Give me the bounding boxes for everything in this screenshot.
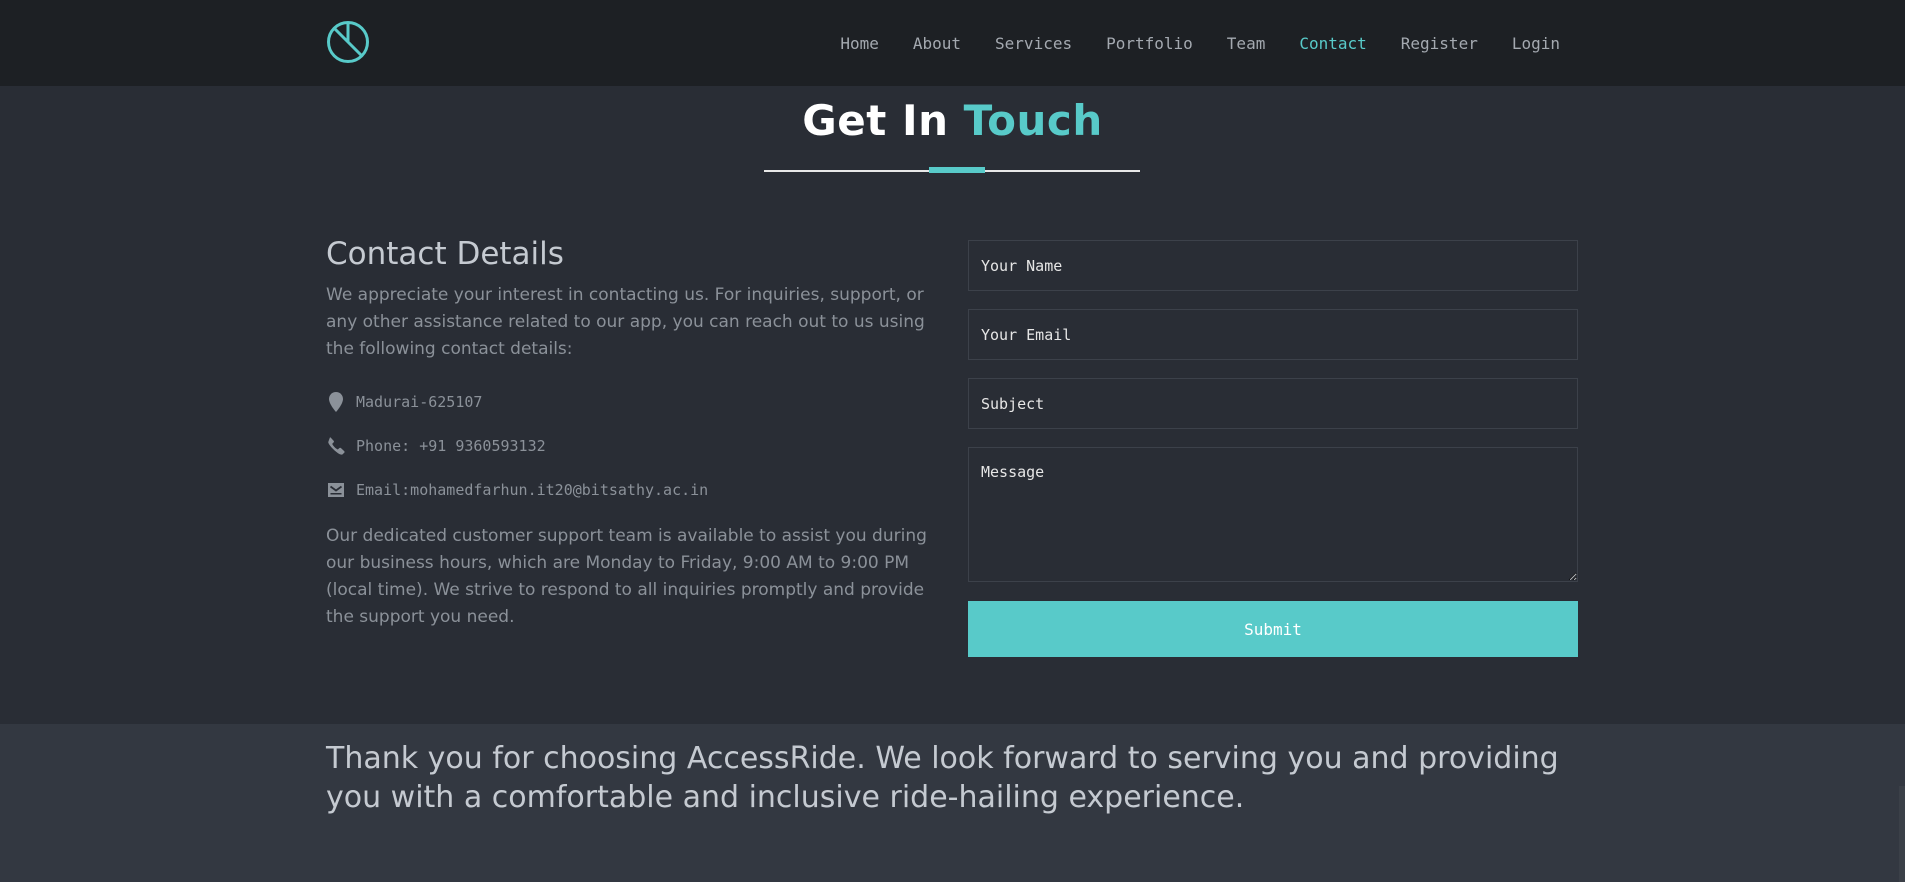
message-textarea[interactable] [968,447,1578,582]
heading-accent-bar [929,167,985,173]
section-heading: Get In Touch [0,96,1905,145]
contact-intro: We appreciate your interest in contactin… [326,285,925,359]
contact-phone: Phone: +91 9360593132 [326,435,946,457]
support-hours-text: Our dedicated customer support team is a… [326,526,927,627]
contact-details: Contact Details We appreciate your inter… [326,236,946,631]
navbar: Home About Services Portfolio Team Conta… [0,0,1905,86]
nav-team[interactable]: Team [1227,34,1266,53]
phone-icon [326,436,346,456]
nav-about[interactable]: About [913,34,961,53]
contact-form: Submit [968,240,1578,657]
nav-contact[interactable]: Contact [1299,34,1366,53]
email-text[interactable]: Email:mohamedfarhun.it20@bitsathy.ac.in [356,481,708,499]
mail-icon [326,480,346,500]
nav-services[interactable]: Services [995,34,1072,53]
submit-button[interactable]: Submit [968,601,1578,657]
nav-login[interactable]: Login [1512,34,1560,53]
address-text: Madurai-625107 [356,393,483,411]
page-title: Get In Touch [0,96,1905,145]
email-input[interactable] [968,309,1578,360]
nav-register[interactable]: Register [1401,34,1478,53]
contact-list: Madurai-625107 Phone: +91 9360593132 Ema… [326,391,946,501]
subject-input[interactable] [968,378,1578,429]
name-input[interactable] [968,240,1578,291]
nav-menu: Home About Services Portfolio Team Conta… [806,0,1560,86]
contact-address: Madurai-625107 [326,391,946,413]
location-pin-icon [326,392,346,412]
contact-title: Contact Details [326,236,564,272]
nav-portfolio[interactable]: Portfolio [1106,34,1193,53]
title-part-2: Touch [963,96,1103,145]
scrollbar[interactable] [1899,786,1905,882]
logo-icon[interactable] [326,20,370,64]
footer: Thank you for choosing AccessRide. We lo… [0,724,1905,882]
nav-home[interactable]: Home [840,34,879,53]
title-part-1: Get In [802,96,949,145]
footer-text: Thank you for choosing AccessRide. We lo… [326,741,1559,815]
phone-text: Phone: +91 9360593132 [356,437,546,455]
contact-email: Email:mohamedfarhun.it20@bitsathy.ac.in [326,479,946,501]
